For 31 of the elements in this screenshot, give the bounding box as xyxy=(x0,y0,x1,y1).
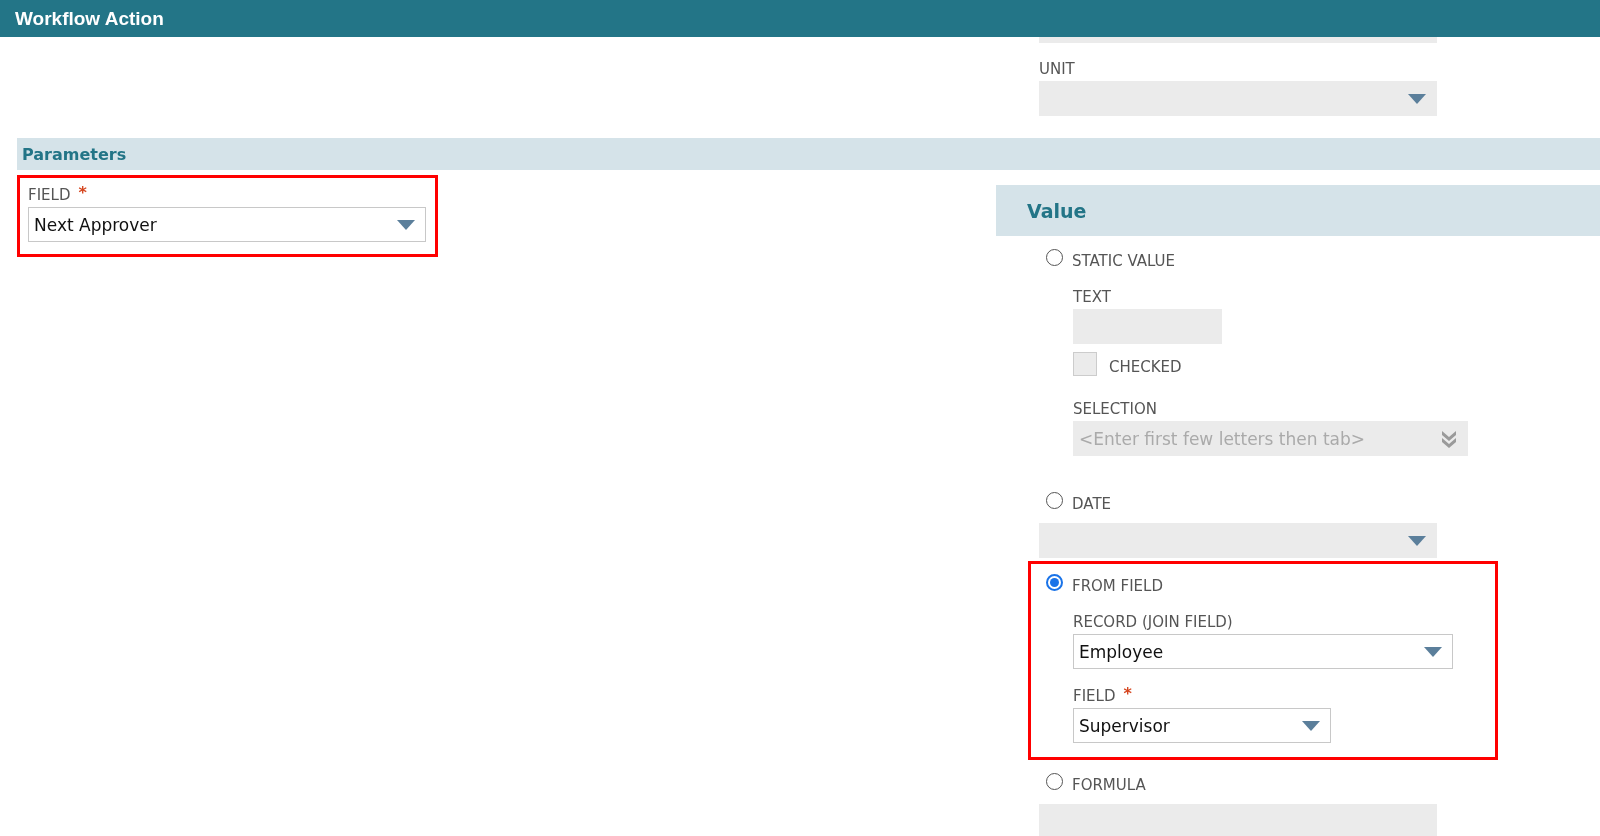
input-field[interactable] xyxy=(1039,37,1437,43)
section-header: Value xyxy=(996,185,1600,236)
radio-button[interactable] xyxy=(1046,573,1063,591)
double-chevron-icon xyxy=(1441,429,1457,448)
field-label: FIELD xyxy=(1073,687,1116,705)
dropdown-field[interactable]: Next Approver xyxy=(28,207,426,242)
section-header: Parameters xyxy=(17,138,1600,170)
field-label: TEXT xyxy=(1073,288,1111,306)
field-label: SELECTION xyxy=(1073,400,1157,418)
dropdown-field[interactable]: Employee xyxy=(1073,634,1453,669)
field-label: RECORD (JOIN FIELD) xyxy=(1073,613,1233,631)
dropdown-arrow-icon xyxy=(1424,646,1442,657)
radio-button[interactable] xyxy=(1046,772,1063,790)
required-asterisk: * xyxy=(1123,687,1132,701)
field-label: FIELD xyxy=(28,186,71,204)
radio-button[interactable] xyxy=(1046,248,1063,266)
radio-label: DATE xyxy=(1072,495,1112,513)
window-title: Workflow Action xyxy=(0,0,1600,37)
radio-label: FROM FIELD xyxy=(1072,577,1163,595)
dropdown-arrow-icon xyxy=(1302,720,1320,731)
dropdown-field[interactable]: Supervisor xyxy=(1073,708,1331,743)
dropdown-arrow-icon xyxy=(1408,93,1426,104)
required-asterisk: * xyxy=(78,186,87,200)
checkbox-label: CHECKED xyxy=(1109,358,1182,376)
radio-label: FORMULA xyxy=(1072,776,1146,794)
radio-label: STATIC VALUE xyxy=(1072,252,1176,270)
radio-button[interactable] xyxy=(1046,491,1063,509)
checkbox[interactable] xyxy=(1073,352,1097,376)
dropdown-arrow-icon xyxy=(1408,535,1426,546)
dropdown-arrow-icon xyxy=(397,219,415,230)
field-label: UNIT xyxy=(1039,60,1075,78)
